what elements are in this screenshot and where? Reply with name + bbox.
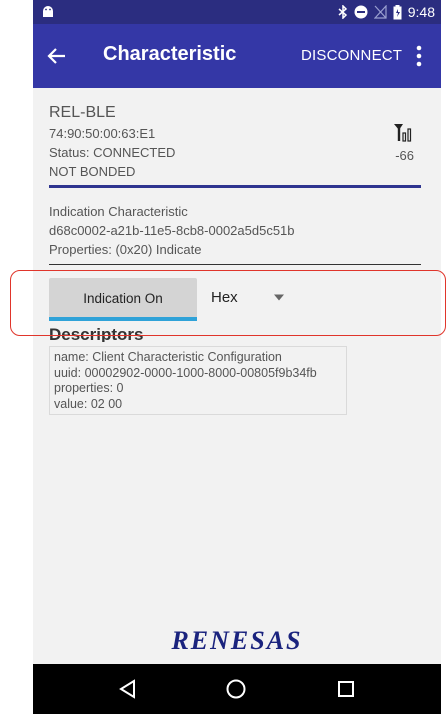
no-sim-icon bbox=[373, 5, 387, 19]
battery-icon bbox=[393, 4, 402, 19]
divider bbox=[49, 185, 421, 188]
device-info: REL-BLE 74:90:50:00:63:E1 Status: CONNEC… bbox=[49, 104, 419, 184]
arrow-left-icon[interactable] bbox=[45, 44, 69, 68]
phone-screen: 9:48 Characteristic DISCONNECT REL-BLE 7… bbox=[33, 0, 441, 714]
back-triangle-icon[interactable] bbox=[117, 678, 139, 700]
divider bbox=[49, 264, 421, 265]
chevron-down-icon[interactable] bbox=[273, 294, 285, 301]
characteristic-info: Indication Characteristic d68c0002-a21b-… bbox=[49, 202, 421, 259]
characteristic-properties: Properties: (0x20) Indicate bbox=[49, 242, 202, 257]
recents-square-icon[interactable] bbox=[335, 678, 357, 700]
status-bar: 9:48 bbox=[33, 0, 441, 24]
device-address: 74:90:50:00:63:E1 bbox=[49, 126, 156, 141]
home-circle-icon[interactable] bbox=[225, 678, 247, 700]
page-title: Characteristic bbox=[103, 43, 237, 65]
android-icon bbox=[43, 6, 53, 17]
bluetooth-icon bbox=[338, 5, 347, 19]
descriptor-card[interactable]: name: Client Characteristic Configuratio… bbox=[49, 346, 347, 415]
bond-state: NOT BONDED bbox=[49, 164, 136, 179]
format-select[interactable]: Hex bbox=[211, 289, 238, 306]
more-vert-icon[interactable] bbox=[407, 42, 431, 70]
device-name: REL-BLE bbox=[49, 104, 116, 121]
descriptor-properties: properties: 0 bbox=[54, 381, 124, 395]
characteristic-uuid: d68c0002-a21b-11e5-8cb8-0002a5d5c51b bbox=[49, 223, 295, 238]
descriptors-heading: Descriptors bbox=[49, 326, 144, 342]
navigation-bar bbox=[33, 664, 441, 714]
indication-active-indicator bbox=[49, 317, 197, 321]
characteristic-name: Indication Characteristic bbox=[49, 204, 188, 219]
rssi-value: -66 bbox=[395, 148, 414, 163]
descriptor-uuid: uuid: 00002902-0000-1000-8000-00805f9b34… bbox=[54, 365, 317, 380]
signal-strength-icon bbox=[394, 124, 412, 142]
indication-toggle-button[interactable]: Indication On bbox=[49, 278, 197, 318]
app-toolbar: Characteristic DISCONNECT bbox=[33, 24, 441, 88]
connection-status: Status: CONNECTED bbox=[49, 145, 176, 160]
dnd-icon bbox=[354, 5, 368, 19]
descriptor-name: name: Client Characteristic Configuratio… bbox=[54, 350, 282, 364]
renesas-logo: RENESAS bbox=[171, 626, 303, 655]
disconnect-button[interactable]: DISCONNECT bbox=[301, 47, 402, 64]
descriptor-value: value: 02 00 bbox=[54, 396, 123, 411]
status-time: 9:48 bbox=[407, 4, 435, 20]
